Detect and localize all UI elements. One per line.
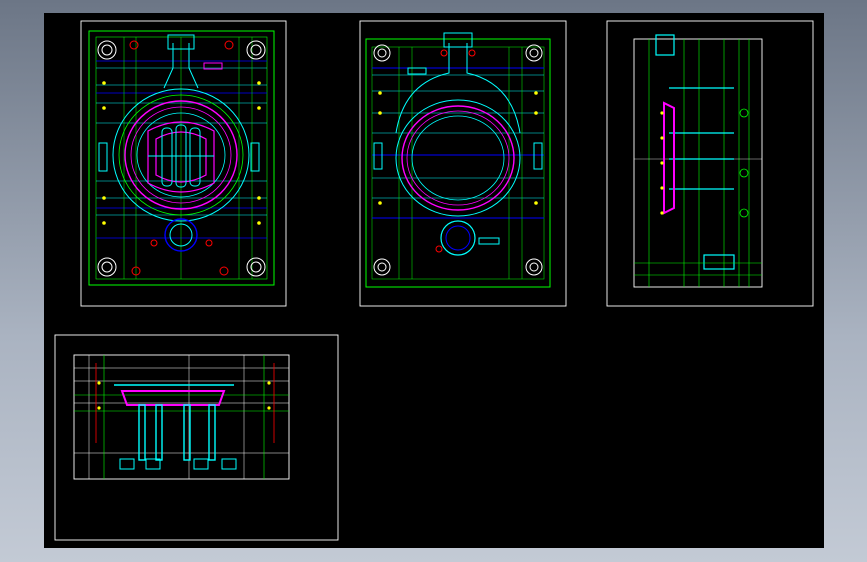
sheet-frame: [80, 20, 287, 307]
plate-outline: [88, 30, 275, 286]
guide-pillar-icons: [97, 40, 266, 277]
sheet-side-section-view[interactable]: [606, 20, 814, 307]
sheet-front-section-view[interactable]: [54, 334, 339, 541]
cad-drawing-canvas[interactable]: [44, 13, 824, 548]
sheet-top-view-fixed-half[interactable]: [359, 20, 567, 307]
sheet-frame: [54, 334, 339, 541]
cavity-ring-icon: [395, 99, 521, 217]
sheet-top-view-moving-half[interactable]: [80, 20, 287, 307]
screw-hole-icons: [129, 40, 234, 276]
drawing-svg: [54, 20, 814, 541]
